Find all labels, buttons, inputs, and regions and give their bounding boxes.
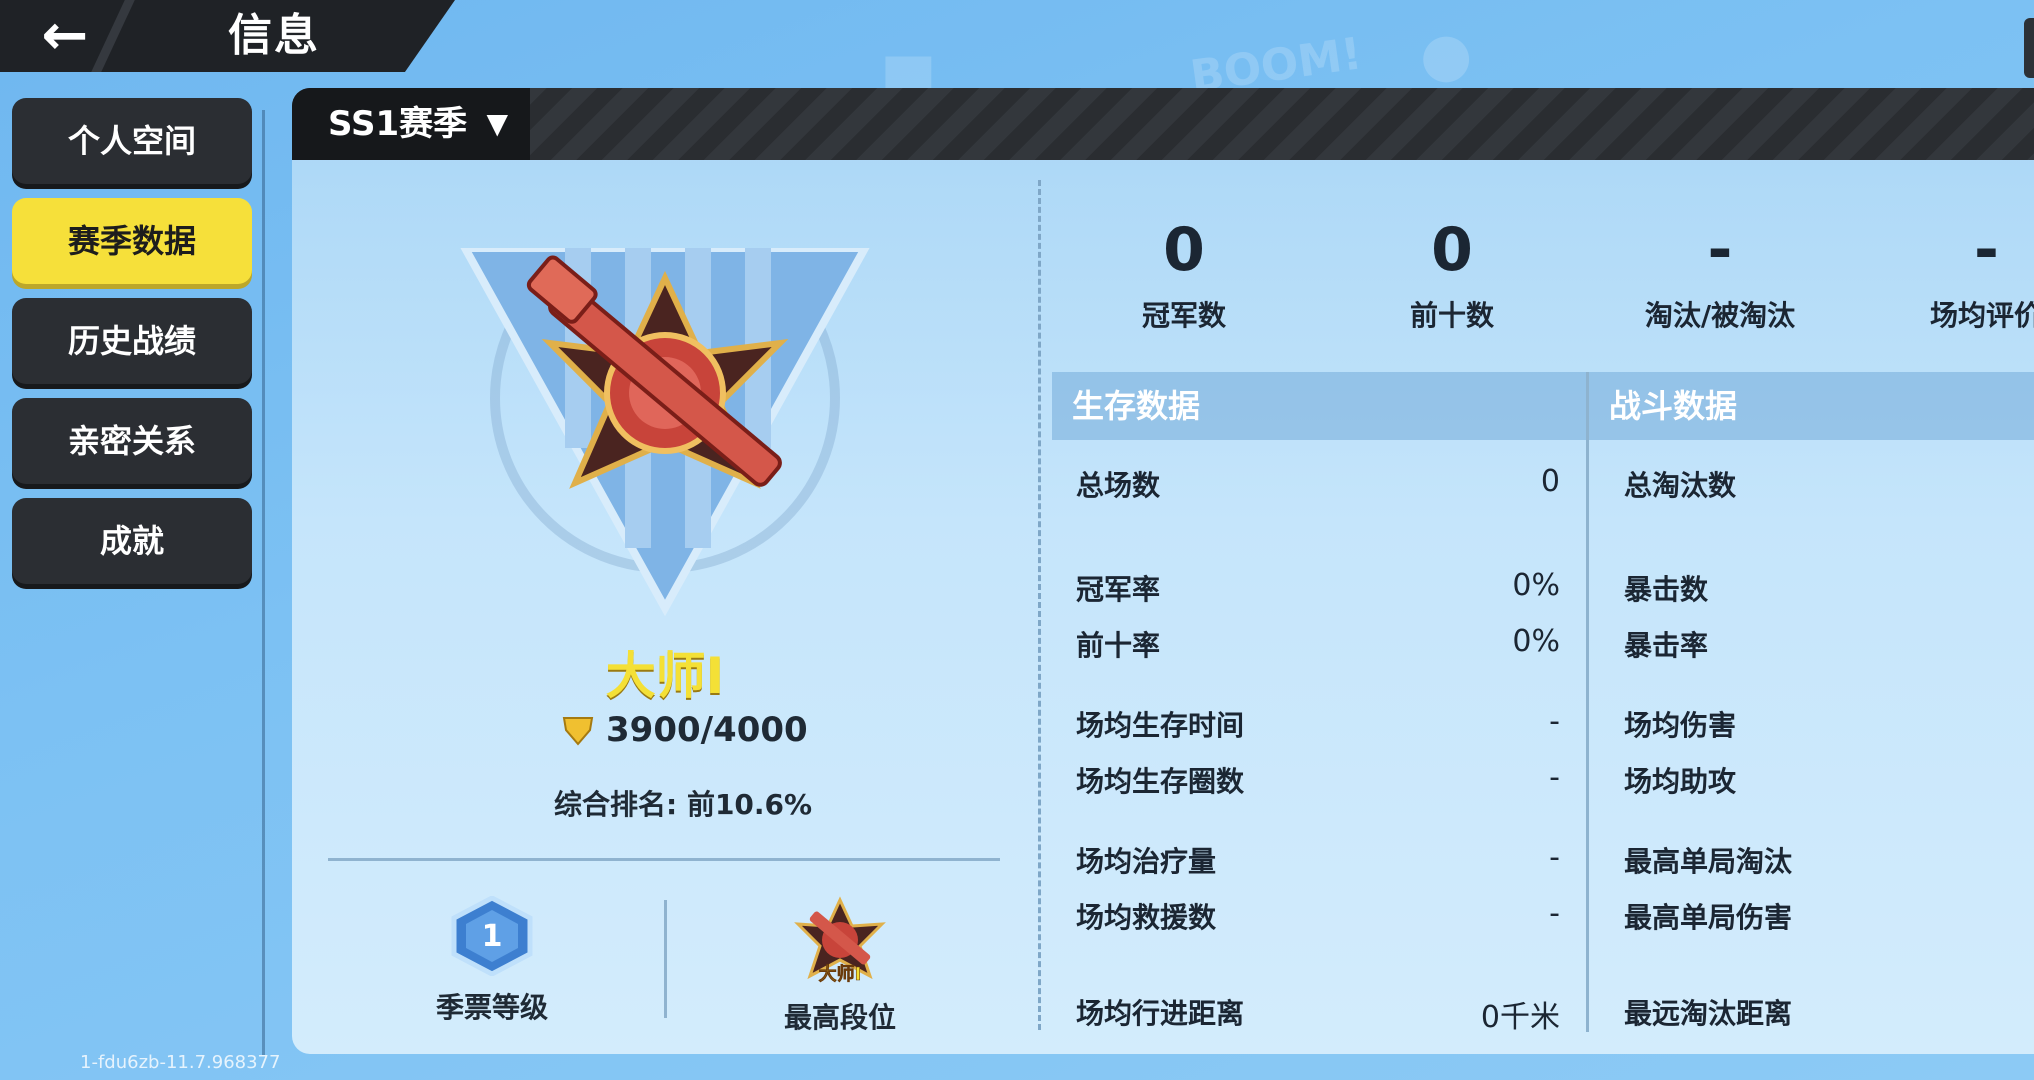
season-pass-level[interactable]: 1 季票等级 (424, 895, 560, 1026)
combat-row-label: 最高单局伤害 (1624, 901, 1793, 934)
season-pass-icon: 1 (451, 895, 533, 977)
badge-divider (328, 858, 1000, 861)
dashed-divider (1038, 180, 1041, 1030)
sidebar: 个人空间 赛季数据 历史战绩 亲密关系 成就 (12, 98, 252, 598)
survival-row-value: 0千米 (1480, 1000, 1560, 1035)
summary-kd: - 淘汰/被淘汰 (1620, 212, 1820, 334)
sidebar-item-relationships[interactable]: 亲密关系 (12, 398, 252, 484)
summary-label: 前十数 (1409, 299, 1494, 332)
overall-ranking: 综合排名: 前10.6% (554, 783, 812, 823)
rank-points-value: 3900/4000 (606, 710, 808, 750)
survival-row-label: 场均生存时间 (1076, 709, 1245, 742)
summary-label: 场均评价 (1930, 299, 2034, 332)
highest-tier[interactable]: 大师I 最高段位 (770, 896, 910, 1036)
sidebar-divider (262, 110, 265, 1055)
survival-row-value: 0 (1540, 464, 1560, 499)
summary-top-ten: 0 前十数 (1352, 212, 1552, 334)
sidebar-item-match-history[interactable]: 历史战绩 (12, 298, 252, 384)
sidebar-item-personal-space[interactable]: 个人空间 (12, 98, 252, 184)
survival-row-label: 场均生存圈数 (1076, 765, 1245, 798)
overall-ranking-label: 综合排名: (554, 788, 687, 821)
panel-header (292, 88, 2034, 160)
overall-ranking-value: 前10.6% (686, 788, 813, 821)
summary-label: 冠军数 (1141, 299, 1226, 332)
season-dropdown[interactable]: SS1赛季 ▼ (292, 88, 530, 160)
season-pass-value: 1 (482, 919, 503, 954)
survival-row-value: - (1549, 840, 1560, 875)
combat-row-label: 暴击数 (1624, 573, 1709, 606)
season-dropdown-label: SS1赛季 (328, 104, 468, 144)
survival-row-label: 场均治疗量 (1076, 845, 1217, 878)
rank-emblem-icon (460, 248, 870, 617)
survival-row-label: 场均救援数 (1076, 901, 1217, 934)
survival-data-header: 生存数据 (1052, 372, 1586, 440)
survival-row-value: - (1549, 760, 1560, 795)
combat-row-label: 总淘汰数 (1624, 469, 1737, 502)
rank-points: 3900/4000 (560, 705, 808, 755)
survival-row-label: 前十率 (1076, 629, 1161, 662)
highest-tier-tag: 大师I (819, 963, 862, 985)
corner-handle (2024, 18, 2034, 78)
section-divider (1586, 372, 1589, 1032)
summary-value: 0 (1431, 215, 1473, 285)
survival-row-label: 总场数 (1076, 469, 1161, 502)
survival-row-value: 0% (1512, 624, 1560, 659)
badge-vertical-divider (664, 900, 667, 1018)
survival-row-label: 场均行进距离 (1076, 997, 1245, 1030)
combat-data-header: 战斗数据 (1589, 372, 2034, 440)
background-doodle: ● (1420, 20, 1473, 90)
summary-value: 0 (1163, 215, 1205, 285)
summary-value: - (1974, 215, 1999, 285)
arrow-left-icon: ← (41, 3, 89, 68)
combat-row-label: 暴击率 (1624, 629, 1709, 662)
page-title: 信息 (228, 10, 320, 61)
combat-row-label: 最高单局淘汰 (1624, 845, 1793, 878)
summary-label: 淘汰/被淘汰 (1644, 299, 1796, 332)
summary-value: - (1707, 215, 1733, 285)
survival-row-value: 0% (1512, 568, 1560, 603)
survival-row-label: 冠军率 (1076, 573, 1161, 606)
combat-row-label: 场均助攻 (1624, 765, 1737, 798)
rank-name: 大师I (605, 647, 725, 705)
back-button[interactable]: ← (30, 8, 100, 64)
combat-row-label: 场均伤害 (1624, 709, 1737, 742)
highest-tier-emblem-icon: 大师I (794, 896, 886, 985)
season-pass-label: 季票等级 (435, 991, 548, 1024)
sidebar-item-season-data[interactable]: 赛季数据 (12, 198, 252, 284)
caret-down-icon: ▼ (486, 107, 508, 140)
survival-row-value: - (1549, 704, 1560, 739)
survival-row-value: - (1549, 896, 1560, 931)
summary-avg-rating: - 场均评价 (1888, 212, 2034, 334)
rank-points-icon (562, 717, 594, 746)
combat-row-label: 最远淘汰距离 (1624, 997, 1793, 1030)
highest-tier-label: 最高段位 (783, 1001, 896, 1034)
sidebar-item-achievements[interactable]: 成就 (12, 498, 252, 584)
build-version: 1-fdu6zb-11.7.968377 (80, 1052, 281, 1073)
summary-wins: 0 冠军数 (1084, 212, 1284, 334)
